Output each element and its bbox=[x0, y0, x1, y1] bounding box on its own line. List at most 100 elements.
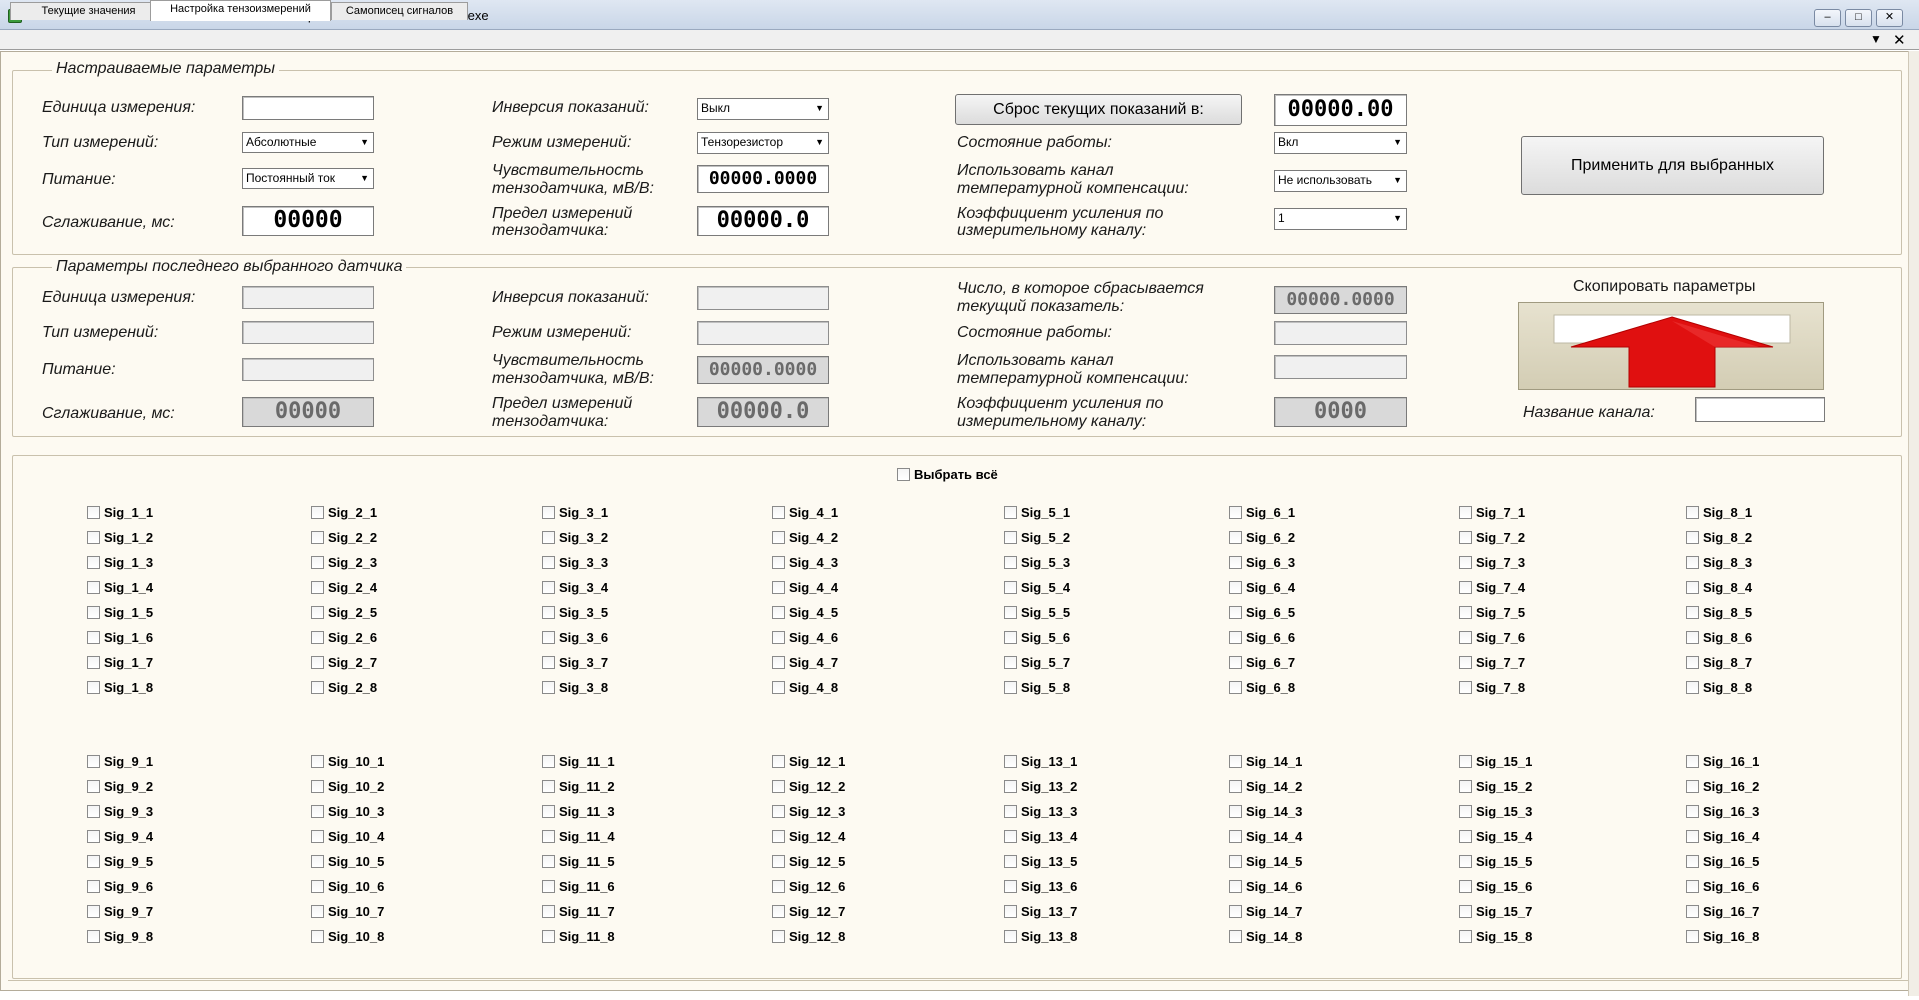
channel-checkbox[interactable] bbox=[542, 830, 555, 843]
channel-checkbox[interactable] bbox=[87, 556, 100, 569]
channel-checkbox[interactable] bbox=[1004, 631, 1017, 644]
channel-checkbox[interactable] bbox=[772, 631, 785, 644]
limit-input[interactable]: 00000.0 bbox=[697, 206, 829, 236]
channel-checkbox[interactable] bbox=[87, 681, 100, 694]
channel-checkbox[interactable] bbox=[772, 930, 785, 943]
channel-checkbox[interactable] bbox=[772, 755, 785, 768]
channel-checkbox[interactable] bbox=[1004, 805, 1017, 818]
channel-checkbox[interactable] bbox=[311, 780, 324, 793]
channel-checkbox[interactable] bbox=[1686, 805, 1699, 818]
channel-checkbox[interactable] bbox=[1229, 631, 1242, 644]
channel-checkbox[interactable] bbox=[542, 556, 555, 569]
channel-checkbox[interactable] bbox=[542, 506, 555, 519]
channel-checkbox[interactable] bbox=[1459, 855, 1472, 868]
channel-checkbox[interactable] bbox=[1459, 506, 1472, 519]
gain-select[interactable]: 1 ▼ bbox=[1274, 208, 1407, 230]
reset-current-button[interactable]: Сброс текущих показаний в: bbox=[955, 94, 1242, 125]
close-icon[interactable]: ✕ bbox=[1876, 9, 1903, 27]
channel-checkbox[interactable] bbox=[1459, 930, 1472, 943]
channel-checkbox[interactable] bbox=[1229, 805, 1242, 818]
channel-checkbox[interactable] bbox=[87, 830, 100, 843]
channel-checkbox[interactable] bbox=[1459, 830, 1472, 843]
channel-checkbox[interactable] bbox=[772, 531, 785, 544]
channel-checkbox[interactable] bbox=[1229, 606, 1242, 619]
channel-checkbox[interactable] bbox=[1004, 830, 1017, 843]
channel-checkbox[interactable] bbox=[87, 506, 100, 519]
channel-checkbox[interactable] bbox=[1229, 531, 1242, 544]
channel-checkbox[interactable] bbox=[1004, 930, 1017, 943]
channel-checkbox[interactable] bbox=[542, 805, 555, 818]
channel-checkbox[interactable] bbox=[1004, 581, 1017, 594]
channel-checkbox[interactable] bbox=[542, 905, 555, 918]
channel-checkbox[interactable] bbox=[1229, 506, 1242, 519]
channel-checkbox[interactable] bbox=[311, 755, 324, 768]
channel-checkbox[interactable] bbox=[311, 506, 324, 519]
channel-checkbox[interactable] bbox=[87, 880, 100, 893]
channel-checkbox[interactable] bbox=[87, 656, 100, 669]
channel-checkbox[interactable] bbox=[1686, 780, 1699, 793]
channel-checkbox[interactable] bbox=[1686, 755, 1699, 768]
maximize-icon[interactable]: □ bbox=[1845, 9, 1872, 27]
channel-checkbox[interactable] bbox=[1686, 506, 1699, 519]
channel-checkbox[interactable] bbox=[1229, 656, 1242, 669]
channel-checkbox[interactable] bbox=[1004, 506, 1017, 519]
channel-checkbox[interactable] bbox=[772, 855, 785, 868]
channel-checkbox[interactable] bbox=[311, 631, 324, 644]
apply-selected-button[interactable]: Применить для выбранных bbox=[1521, 136, 1824, 195]
channel-checkbox[interactable] bbox=[542, 531, 555, 544]
channel-checkbox[interactable] bbox=[1229, 755, 1242, 768]
tempcomp-select[interactable]: Не использовать ▼ bbox=[1274, 170, 1407, 192]
channel-checkbox[interactable] bbox=[87, 755, 100, 768]
channel-checkbox[interactable] bbox=[87, 930, 100, 943]
copy-params-button[interactable] bbox=[1518, 302, 1824, 390]
channel-checkbox[interactable] bbox=[1686, 631, 1699, 644]
channel-checkbox[interactable] bbox=[542, 581, 555, 594]
channel-checkbox[interactable] bbox=[1459, 656, 1472, 669]
channel-checkbox[interactable] bbox=[1459, 631, 1472, 644]
minimize-icon[interactable]: – bbox=[1814, 9, 1841, 27]
channel-checkbox[interactable] bbox=[772, 880, 785, 893]
channel-checkbox[interactable] bbox=[311, 805, 324, 818]
channel-checkbox[interactable] bbox=[1686, 531, 1699, 544]
channel-checkbox[interactable] bbox=[1459, 581, 1472, 594]
channel-checkbox[interactable] bbox=[1229, 830, 1242, 843]
channel-checkbox[interactable] bbox=[1459, 556, 1472, 569]
channel-checkbox[interactable] bbox=[772, 780, 785, 793]
power-select[interactable]: Постоянный ток ▼ bbox=[242, 168, 374, 189]
inversion-select[interactable]: Выкл ▼ bbox=[697, 98, 829, 120]
channel-checkbox[interactable] bbox=[1459, 780, 1472, 793]
channel-checkbox[interactable] bbox=[1004, 780, 1017, 793]
vertical-scrollbar[interactable] bbox=[1908, 51, 1919, 996]
channel-checkbox[interactable] bbox=[1459, 606, 1472, 619]
channel-checkbox[interactable] bbox=[1686, 855, 1699, 868]
channel-checkbox[interactable] bbox=[1004, 880, 1017, 893]
channel-checkbox[interactable] bbox=[1686, 880, 1699, 893]
channel-checkbox[interactable] bbox=[542, 606, 555, 619]
channel-checkbox[interactable] bbox=[87, 855, 100, 868]
channel-checkbox[interactable] bbox=[542, 681, 555, 694]
channel-checkbox[interactable] bbox=[1459, 905, 1472, 918]
channel-checkbox[interactable] bbox=[542, 780, 555, 793]
channel-checkbox[interactable] bbox=[1686, 830, 1699, 843]
smoothing-input[interactable]: 00000 bbox=[242, 206, 374, 236]
channel-checkbox[interactable] bbox=[1459, 531, 1472, 544]
channel-checkbox[interactable] bbox=[311, 905, 324, 918]
channel-checkbox[interactable] bbox=[1229, 780, 1242, 793]
channel-checkbox[interactable] bbox=[1686, 930, 1699, 943]
tab-current-values[interactable]: Текущие значения bbox=[10, 2, 167, 20]
tab-close-icon[interactable]: ✕ bbox=[1893, 31, 1906, 49]
channel-checkbox[interactable] bbox=[1004, 905, 1017, 918]
channel-checkbox[interactable] bbox=[311, 581, 324, 594]
tab-list-arrow-icon[interactable]: ▼ bbox=[1870, 32, 1882, 46]
channel-checkbox[interactable] bbox=[1686, 581, 1699, 594]
channel-checkbox[interactable] bbox=[311, 855, 324, 868]
channel-checkbox[interactable] bbox=[87, 581, 100, 594]
select-all-checkbox[interactable] bbox=[897, 468, 910, 481]
tab-strain-settings[interactable]: Настройка тензоизмерений bbox=[150, 0, 331, 21]
channel-checkbox[interactable] bbox=[772, 581, 785, 594]
channel-checkbox[interactable] bbox=[772, 606, 785, 619]
channel-checkbox[interactable] bbox=[542, 855, 555, 868]
channel-name-input[interactable] bbox=[1695, 397, 1825, 422]
unit-input[interactable] bbox=[242, 96, 374, 120]
channel-checkbox[interactable] bbox=[772, 681, 785, 694]
